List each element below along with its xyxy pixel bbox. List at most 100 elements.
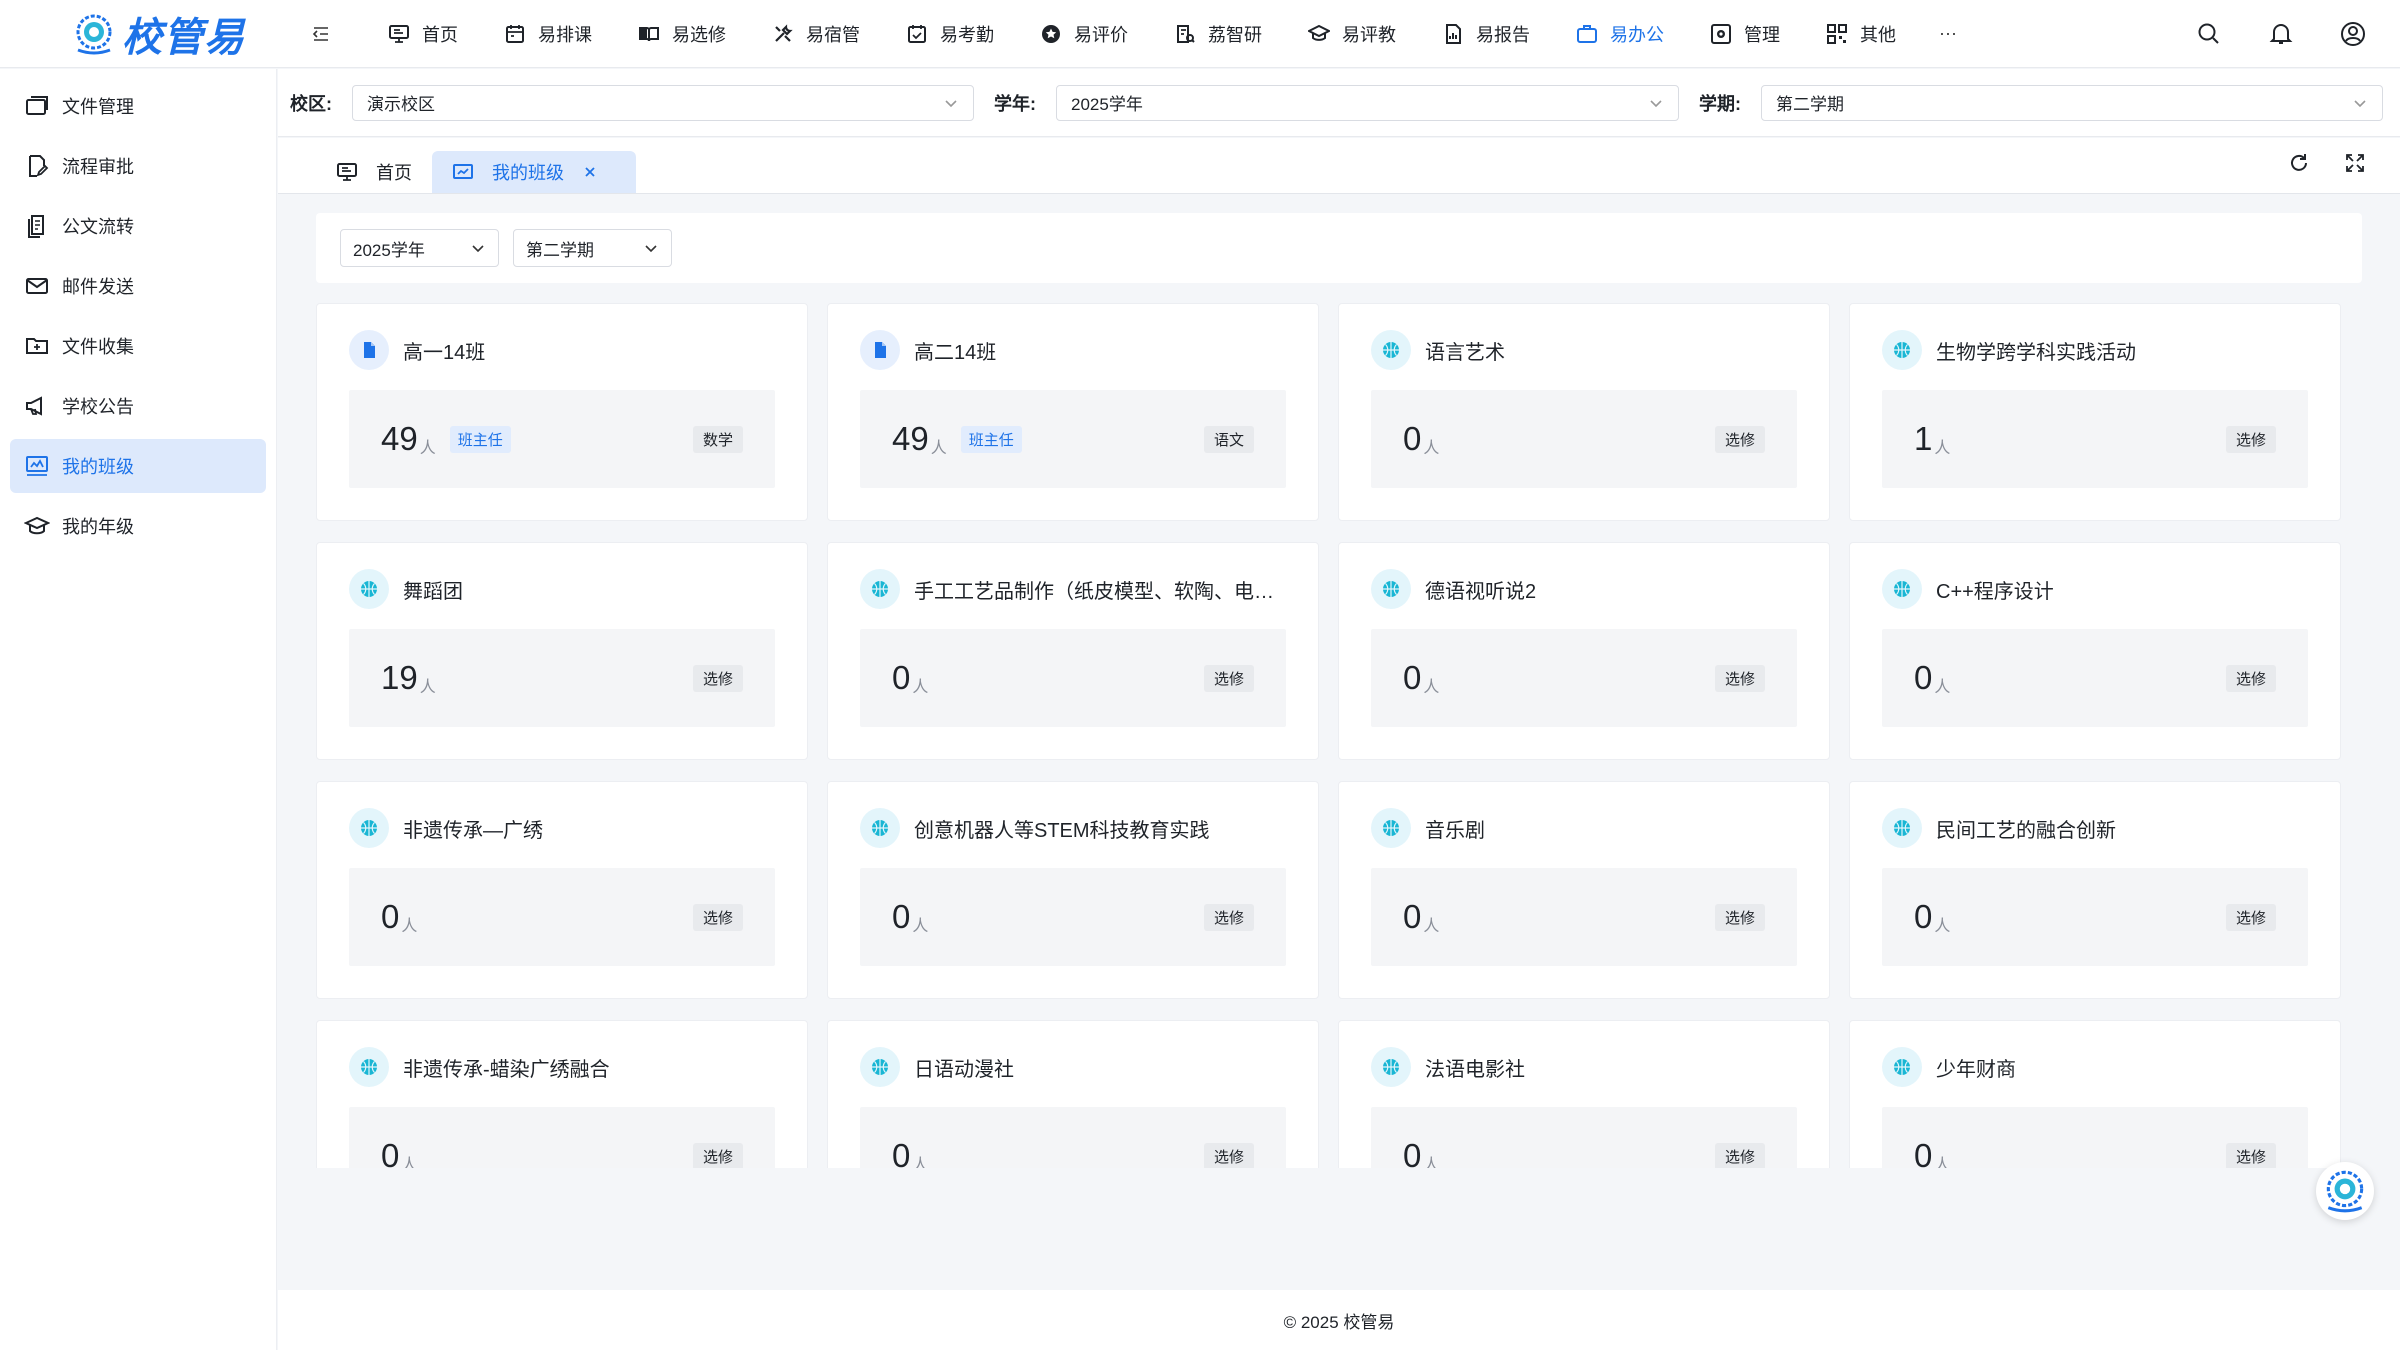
card-header: C++程序设计: [1882, 569, 2308, 609]
sidebar-item-document-flow[interactable]: 公文流转: [10, 199, 266, 253]
nav-item-report[interactable]: 易报告: [1419, 0, 1553, 68]
monitor-icon: [389, 24, 409, 43]
panel-year-select[interactable]: 2025学年: [340, 229, 499, 267]
chevron-down-icon: [1650, 99, 1662, 107]
tab-my-class[interactable]: 我的班级: [432, 151, 636, 193]
tab-tools: [2254, 152, 2366, 174]
floating-assistant-button[interactable]: [2316, 1162, 2374, 1220]
document-icon: [364, 342, 375, 358]
panel-term-select[interactable]: 第二学期: [513, 229, 672, 267]
class-card[interactable]: 非遗传承-蜡染广绣融合 0 人 选修: [316, 1020, 808, 1168]
nav-item-elective[interactable]: 易选修: [615, 0, 749, 68]
main-content: 2025学年 第二学期 高一14班 49 人 班主任 数学 高二14班 49 人…: [278, 195, 2400, 1290]
nav-item-manage[interactable]: 管理: [1687, 0, 1803, 68]
card-icon-wrap: [1882, 808, 1922, 848]
class-card[interactable]: 手工工艺品制作（纸皮模型、软陶、电… 0 人 选修: [827, 542, 1319, 760]
student-count: 0: [1914, 1137, 1933, 1168]
year-select[interactable]: 2025学年: [1056, 84, 1679, 121]
class-card[interactable]: 语言艺术 0 人 选修: [1338, 303, 1830, 521]
card-stats: 0 人 选修: [1371, 629, 1797, 727]
nav-more-button[interactable]: ···: [1919, 23, 1977, 44]
student-count: 1: [1914, 420, 1933, 457]
nav-item-teaching-eval[interactable]: 易评教: [1285, 0, 1419, 68]
class-card[interactable]: 高二14班 49 人 班主任 语文: [827, 303, 1319, 521]
class-card[interactable]: 德语视听说2 0 人 选修: [1338, 542, 1830, 760]
card-title: 少年财商: [1936, 1058, 2016, 1081]
class-card[interactable]: 少年财商 0 人 选修: [1849, 1020, 2341, 1168]
card-icon-wrap: [860, 569, 900, 609]
nav-item-dorm[interactable]: 易宿管: [749, 0, 883, 68]
basketball-icon: [361, 820, 377, 836]
subject-tag: 选修: [2225, 1142, 2276, 1168]
search-icon[interactable]: [2196, 21, 2222, 47]
card-title: 舞蹈团: [403, 580, 463, 603]
tab-home[interactable]: 首页: [316, 151, 432, 193]
class-card[interactable]: 法语电影社 0 人 选修: [1338, 1020, 1830, 1168]
sidebar-item-my-grade[interactable]: 我的年级: [10, 499, 266, 553]
class-card[interactable]: 高一14班 49 人 班主任 数学: [316, 303, 808, 521]
subject-tag: 选修: [1714, 903, 1765, 931]
card-header: 高二14班: [860, 330, 1286, 370]
bell-icon[interactable]: [2268, 21, 2294, 47]
class-card[interactable]: C++程序设计 0 人 选修: [1849, 542, 2341, 760]
card-header: 少年财商: [1882, 1047, 2308, 1087]
card-title: 法语电影社: [1425, 1058, 1525, 1081]
fullscreen-icon[interactable]: [2344, 152, 2366, 174]
app-logo[interactable]: 校管易: [0, 0, 277, 68]
folder-stack-icon: [26, 96, 48, 115]
card-stats: 0 人 选修: [860, 1107, 1286, 1168]
nav-label: 易评教: [1342, 24, 1396, 45]
tabs-bar: 首页 我的班级: [278, 138, 2400, 194]
campus-label: 校区:: [290, 93, 332, 114]
subject-tag: 选修: [1203, 903, 1254, 931]
student-count: 0: [1403, 898, 1422, 935]
class-card[interactable]: 民间工艺的融合创新 0 人 选修: [1849, 781, 2341, 999]
card-title: 生物学跨学科实践活动: [1936, 341, 2136, 364]
student-count: 0: [1403, 1137, 1422, 1168]
class-card-grid: 高一14班 49 人 班主任 数学 高二14班 49 人 班主任 语文 语言艺术…: [316, 303, 2362, 1168]
sidebar-item-announcement[interactable]: 学校公告: [10, 379, 266, 433]
collapse-menu-button[interactable]: [301, 14, 341, 54]
class-card[interactable]: 生物学跨学科实践活动 1 人 选修: [1849, 303, 2341, 521]
campus-select[interactable]: 演示校区: [352, 84, 974, 121]
card-title: 民间工艺的融合创新: [1936, 819, 2116, 842]
nav-item-other[interactable]: 其他: [1803, 0, 1919, 68]
card-header: 非遗传承—广绣: [349, 808, 775, 848]
refresh-icon[interactable]: [2288, 152, 2310, 174]
nav-item-office[interactable]: 易办公: [1553, 0, 1687, 68]
sidebar-item-file-collect[interactable]: 文件收集: [10, 319, 266, 373]
card-stats: 0 人 选修: [860, 868, 1286, 966]
nav-item-attendance[interactable]: 易考勤: [883, 0, 1017, 68]
nav-item-research[interactable]: 荔智研: [1151, 0, 1285, 68]
classroom-board-icon: [26, 456, 48, 476]
sidebar-item-email[interactable]: 邮件发送: [10, 259, 266, 313]
sidebar-item-file-management[interactable]: 文件管理: [10, 79, 266, 133]
sidebar-item-label: 流程审批: [62, 157, 134, 177]
documents-icon: [28, 215, 44, 238]
document-icon: [875, 342, 886, 358]
card-stats: 1 人 选修: [1882, 390, 2308, 488]
sidebar-item-my-class[interactable]: 我的班级: [10, 439, 266, 493]
card-icon-wrap: [1882, 330, 1922, 370]
class-card[interactable]: 日语动漫社 0 人 选修: [827, 1020, 1319, 1168]
class-card[interactable]: 舞蹈团 19 人 选修: [316, 542, 808, 760]
term-label: 学期:: [1699, 93, 1741, 114]
term-select[interactable]: 第二学期: [1761, 84, 2383, 121]
nav-item-schedule[interactable]: 易排课: [481, 0, 615, 68]
nav-item-home[interactable]: 首页: [365, 0, 481, 68]
research-icon: [1177, 24, 1195, 43]
class-card[interactable]: 音乐剧 0 人 选修: [1338, 781, 1830, 999]
close-icon[interactable]: [582, 164, 598, 180]
sidebar-item-approval[interactable]: 流程审批: [10, 139, 266, 193]
calendar-icon: [506, 24, 524, 43]
nav-item-evaluation[interactable]: 易评价: [1017, 0, 1151, 68]
folder-add-icon: [26, 338, 48, 354]
chevron-down-icon: [2354, 99, 2366, 107]
card-stats: 0 人 选修: [1371, 390, 1797, 488]
class-card[interactable]: 非遗传承—广绣 0 人 选修: [316, 781, 808, 999]
student-count: 0: [1403, 659, 1422, 696]
count-unit: 人: [912, 918, 929, 935]
class-card[interactable]: 创意机器人等STEM科技教育实践 0 人 选修: [827, 781, 1319, 999]
nav-label: 其他: [1860, 24, 1896, 45]
user-avatar-icon[interactable]: [2340, 21, 2366, 47]
